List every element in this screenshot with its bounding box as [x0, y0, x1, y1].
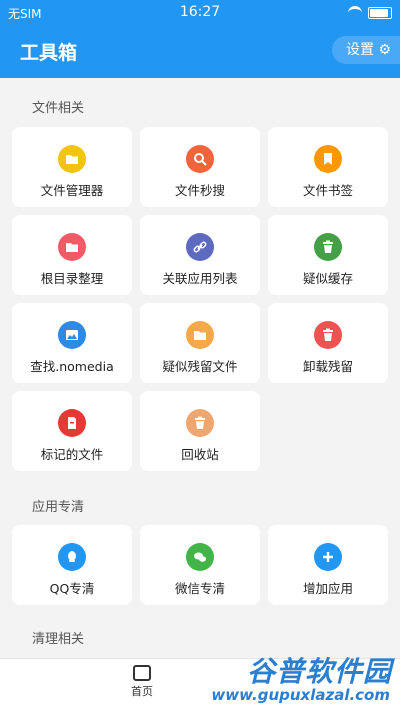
tool-card-label: 疑似缓存: [302, 271, 353, 286]
section-title-clean: 清理相关: [32, 632, 85, 647]
folder-icon: [58, 233, 86, 261]
section-title-files: 文件相关: [32, 101, 85, 116]
tool-card[interactable]: 根目录整理: [12, 215, 132, 295]
trash-icon: [314, 233, 342, 261]
tool-card-label: 增加应用: [302, 581, 353, 596]
tool-card[interactable]: 查找.nomedia: [12, 303, 132, 383]
page-title: 工具箱: [20, 42, 78, 64]
trash-icon: [186, 409, 214, 437]
nav-home-label: 首页: [131, 685, 153, 698]
folder-icon: [58, 145, 86, 173]
status-time: 16:27: [179, 4, 221, 20]
battery-icon: [368, 6, 392, 19]
tool-card[interactable]: 微信专清: [140, 525, 260, 605]
tool-card[interactable]: 回收站: [140, 391, 260, 471]
tool-card-label: 文件秒搜: [174, 183, 225, 198]
tool-card-label: 文件管理器: [40, 183, 104, 198]
watermark-title: 谷普软件园: [246, 655, 392, 688]
tool-card[interactable]: 标记的文件: [12, 391, 132, 471]
status-bar: 无SIM 16:27: [0, 3, 400, 23]
folder-icon: [186, 321, 214, 349]
link-icon: [186, 233, 214, 261]
tool-card-label: QQ专清: [49, 581, 95, 596]
tool-card-label: 标记的文件: [40, 447, 104, 462]
top-bar: 无SIM 16:27 工具箱 设置 ⚙: [0, 0, 400, 78]
tool-card-label: 关联应用列表: [162, 271, 238, 286]
search-icon: [186, 145, 214, 173]
tool-card-label: 微信专清: [174, 581, 225, 596]
tool-card-label: 回收站: [181, 447, 219, 462]
tool-card[interactable]: 文件秒搜: [140, 127, 260, 207]
tool-card-label: 查找.nomedia: [30, 359, 114, 374]
image-icon: [58, 321, 86, 349]
plus-icon: [314, 543, 342, 571]
trash-icon: [314, 321, 342, 349]
watermark: 谷普软件园 www.gupuxlazal.com: [211, 648, 398, 708]
tool-card-label: 文件书签: [302, 183, 353, 198]
tool-card-label: 根目录整理: [40, 271, 104, 286]
tool-card[interactable]: 疑似缓存: [268, 215, 388, 295]
tool-card[interactable]: 增加应用: [268, 525, 388, 605]
tool-card[interactable]: 文件管理器: [12, 127, 132, 207]
tool-card[interactable]: 疑似残留文件: [140, 303, 260, 383]
gear-icon: ⚙: [378, 42, 392, 58]
tool-card[interactable]: 卸载残留: [268, 303, 388, 383]
section-title-apps: 应用专清: [32, 500, 85, 515]
settings-button[interactable]: 设置 ⚙: [332, 36, 400, 64]
bookmark-icon: [314, 145, 342, 173]
home-icon: [133, 665, 151, 681]
wechat-icon: [186, 543, 214, 571]
tool-card[interactable]: QQ专清: [12, 525, 132, 605]
tool-card[interactable]: 文件书签: [268, 127, 388, 207]
watermark-url: www.gupuxlazal.com: [211, 686, 390, 704]
settings-label: 设置: [346, 42, 374, 58]
wifi-icon: [348, 6, 362, 19]
document-icon: [58, 409, 86, 437]
tool-card-label: 卸载残留: [302, 359, 353, 374]
qq-icon: [58, 543, 86, 571]
tool-card-label: 疑似残留文件: [162, 359, 238, 374]
nav-home[interactable]: 首页: [112, 665, 172, 699]
tool-card[interactable]: 关联应用列表: [140, 215, 260, 295]
